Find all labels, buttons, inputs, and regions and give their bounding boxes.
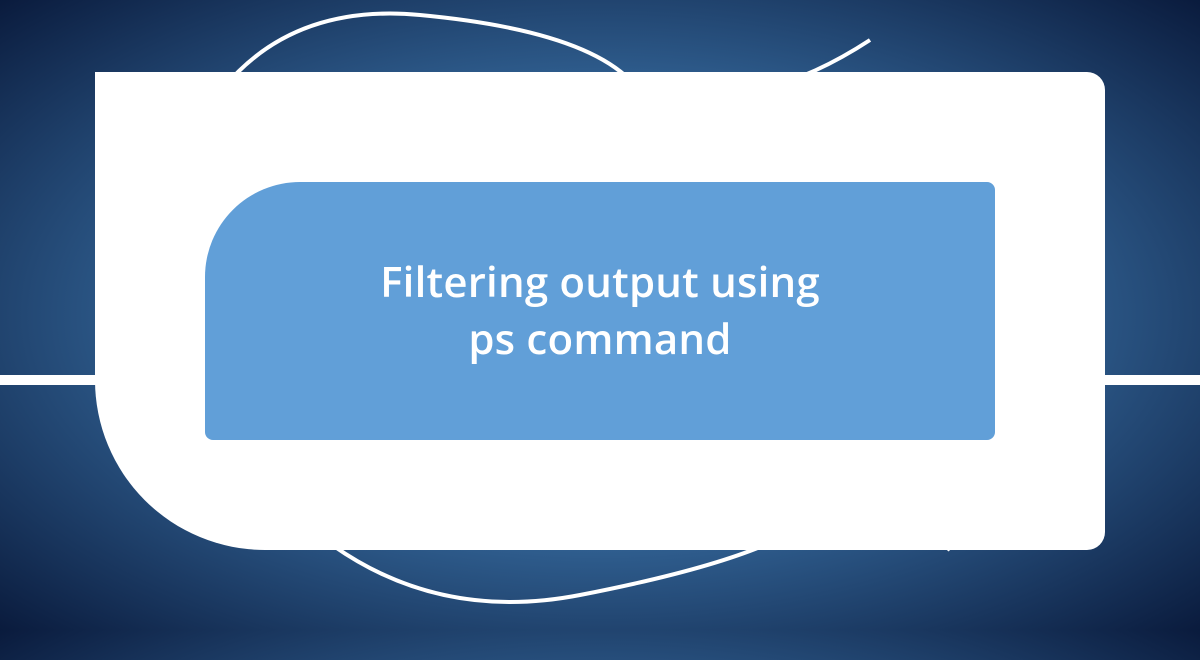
title-line-1: Filtering output using [380,253,820,310]
inner-panel: Filtering output using ps command [205,182,995,440]
title-text: Filtering output using ps command [380,254,820,367]
title-line-2: ps command [468,310,731,367]
